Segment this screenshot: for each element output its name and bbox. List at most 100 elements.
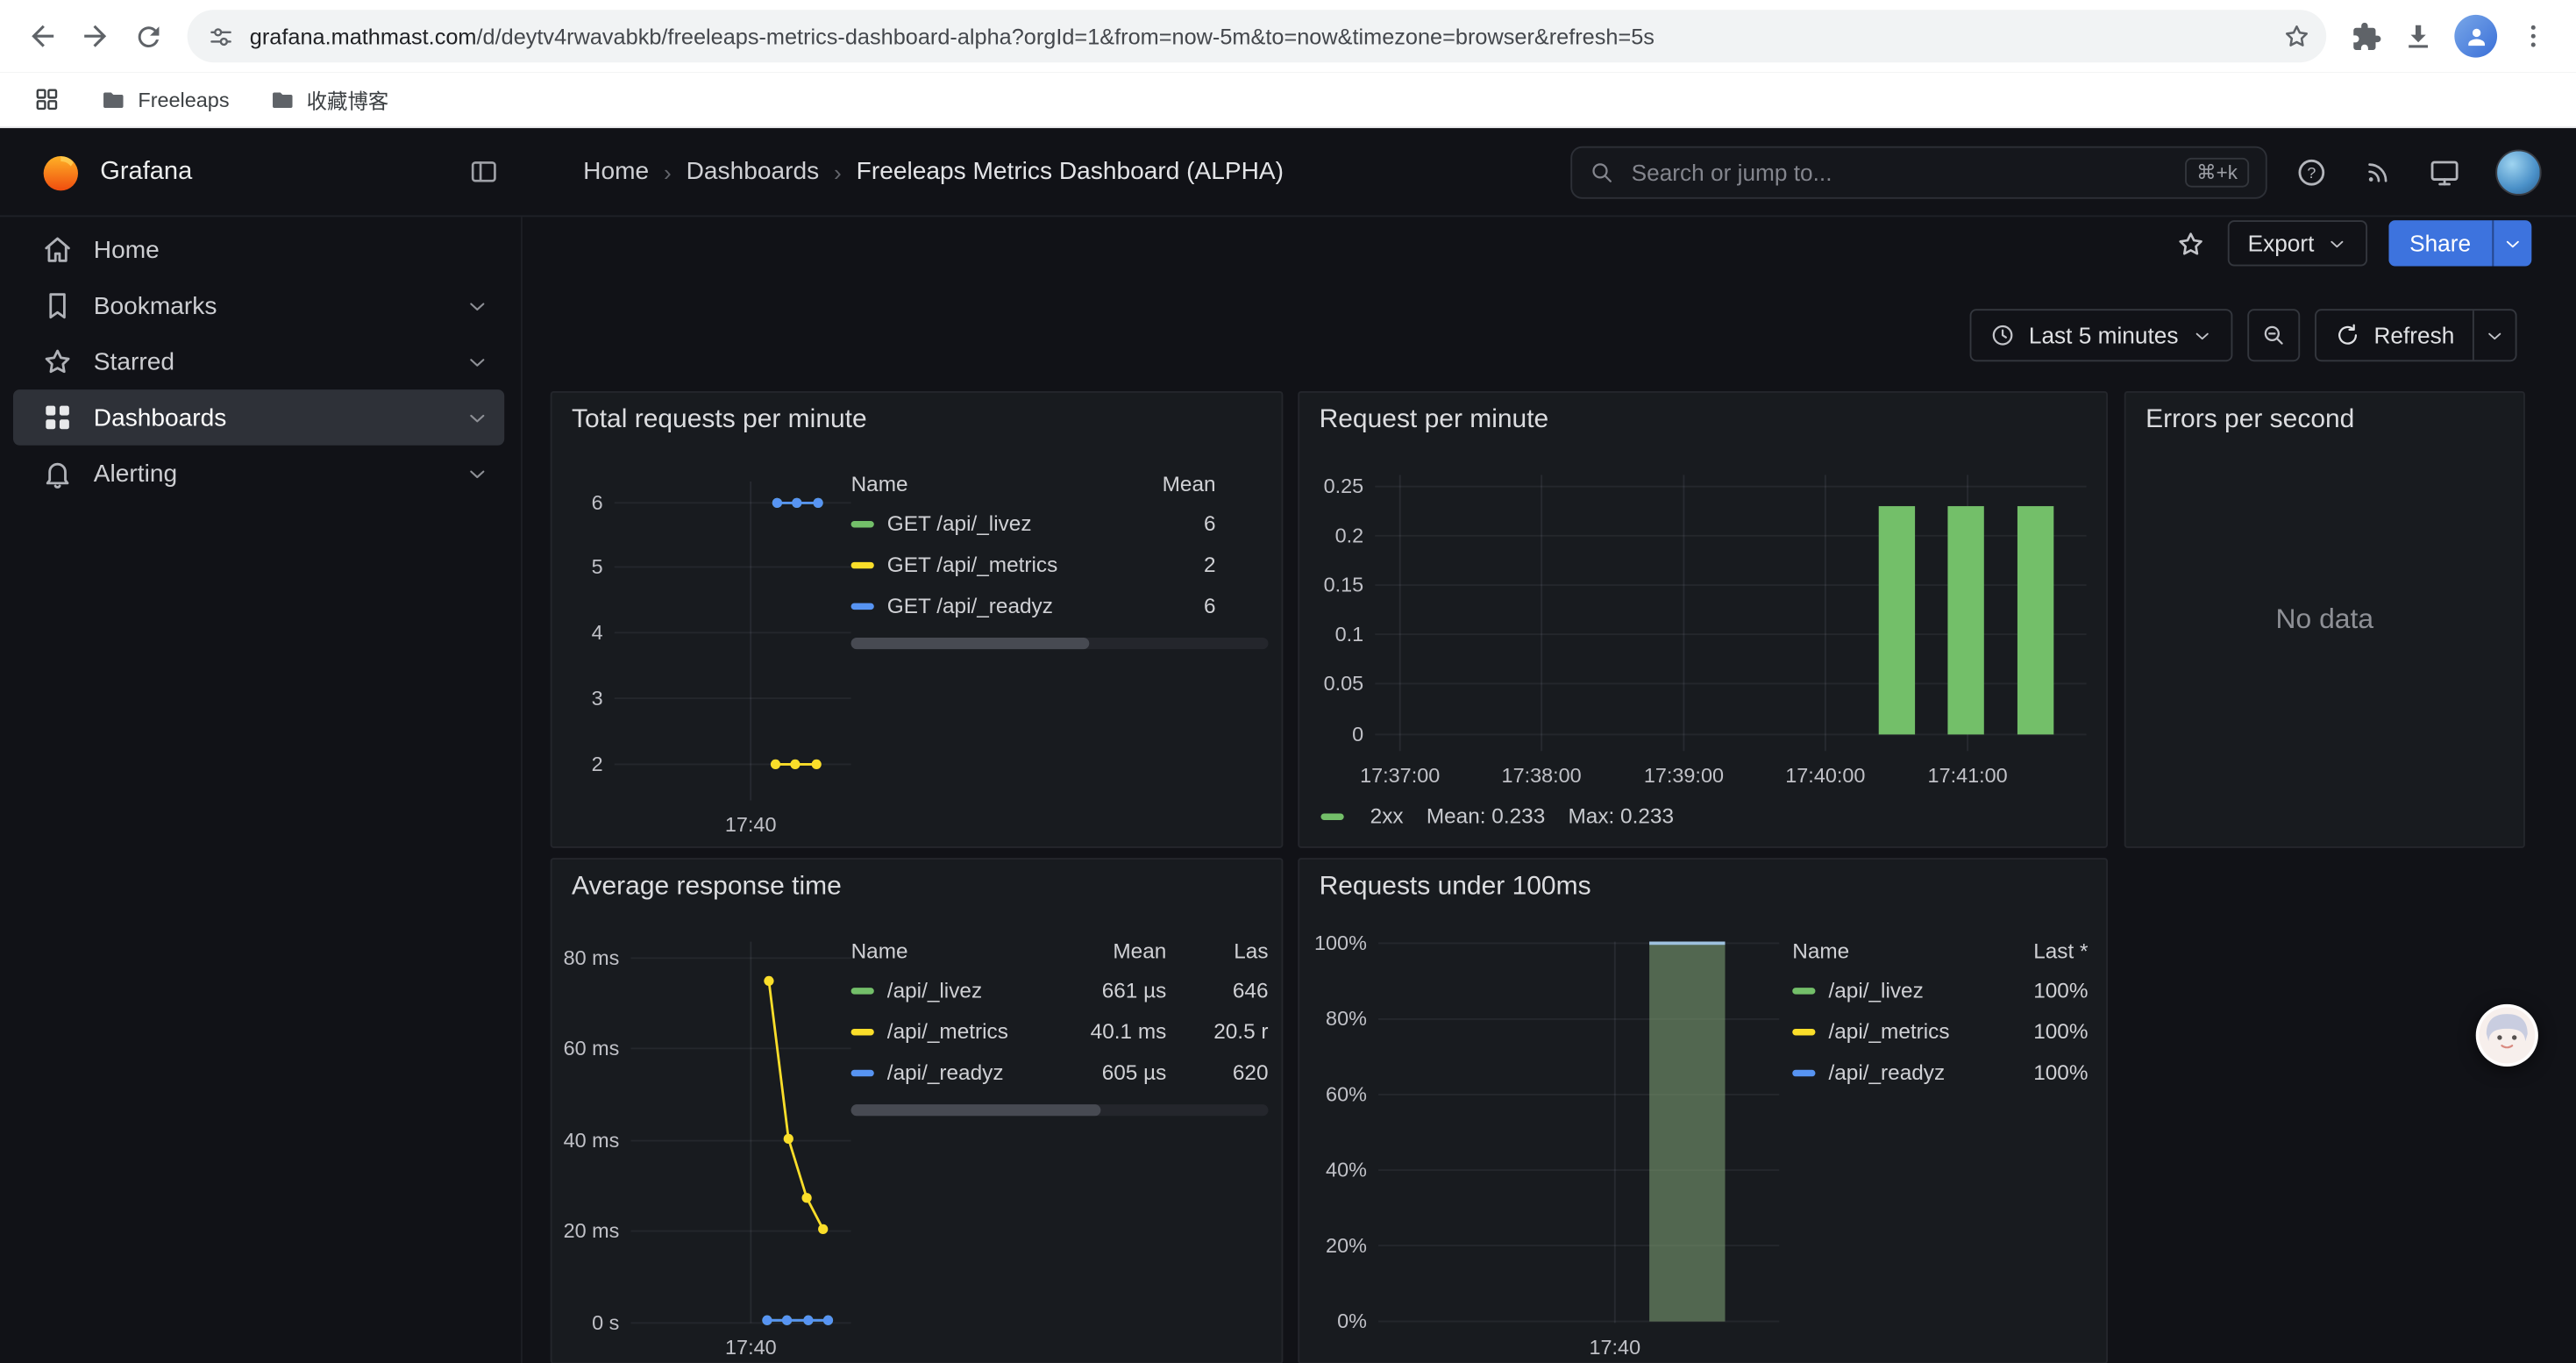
chevron-down-icon[interactable] (465, 293, 489, 318)
news-rss-icon[interactable] (2362, 156, 2394, 188)
sidebar-item-bookmarks[interactable]: Bookmarks (13, 278, 504, 334)
sidebar-item-home[interactable]: Home (13, 222, 504, 278)
legend-series-name[interactable]: /api/_readyz (1828, 1060, 1989, 1085)
refresh-label: Refresh (2373, 322, 2454, 348)
address-bar[interactable]: grafana.mathmast.com/d/deytv4rwavabkb/fr… (188, 10, 2327, 62)
legend-series-last: 620 (1166, 1060, 1268, 1085)
legend-header-name[interactable]: Name (851, 938, 1068, 962)
assistant-avatar[interactable] (2476, 1004, 2538, 1067)
panel-errors-per-second: Errors per second No data (2124, 391, 2525, 848)
chevron-down-icon[interactable] (465, 349, 489, 374)
share-button[interactable]: Share (2388, 220, 2493, 266)
series-color-dash (1792, 1028, 1815, 1034)
sidebar-item-label: Bookmarks (94, 292, 217, 320)
help-icon[interactable]: ? (2295, 155, 2328, 188)
legend-series-name[interactable]: /api/_metrics (1828, 1019, 1989, 1044)
extensions-icon[interactable] (2339, 10, 2392, 62)
legend-series-name[interactable]: /api/_livez (1828, 978, 1989, 1003)
legend-scrollbar[interactable] (851, 638, 1269, 649)
chevron-down-icon[interactable] (465, 461, 489, 486)
search-input[interactable] (1628, 157, 2172, 187)
browser-profile-avatar[interactable] (2454, 15, 2497, 58)
panel-average-response-time: Average response time 80 ms60 ms40 ms20 … (551, 858, 1284, 1363)
legend-row: GET /api/_readyz 6 (851, 585, 1216, 626)
legend-series-name[interactable]: GET /api/_metrics (887, 553, 1143, 577)
time-series-plot[interactable]: 80 ms60 ms40 ms20 ms0 s17:40 (566, 931, 861, 1363)
dock-sidebar-icon[interactable] (468, 156, 500, 188)
panel-legend: Name Mean GET /api/_livez 6 GET /api/_me… (851, 463, 1216, 625)
bookmark-folder-freeleaps[interactable]: Freeleaps (87, 82, 242, 118)
legend-scrollbar-thumb[interactable] (851, 1104, 1102, 1116)
panel-title[interactable]: Total requests per minute (572, 406, 867, 436)
bookmark-icon (41, 289, 74, 322)
browser-menu-icon[interactable] (2507, 10, 2559, 62)
legend-series-name[interactable]: /api/_livez (887, 978, 1068, 1003)
search-box[interactable]: ⌘+k (1570, 146, 2266, 198)
legend-series-name[interactable]: GET /api/_livez (887, 511, 1143, 536)
legend-row: /api/_readyz 100% (1792, 1052, 2088, 1093)
panel-total-requests: Total requests per minute 6543217:40 Nam… (551, 391, 1284, 848)
grafana-logo[interactable] (39, 150, 82, 193)
panel-title[interactable]: Average response time (572, 873, 842, 903)
bookmark-folder-blog[interactable]: 收藏博客 (256, 79, 402, 120)
legend-series-name[interactable]: /api/_readyz (887, 1060, 1068, 1085)
time-series-plot[interactable]: 6543217:40 (566, 472, 861, 843)
legend-series-mean: 661 µs (1068, 978, 1166, 1003)
breadcrumb-separator: › (664, 159, 672, 185)
dashboard-content: Export Share (523, 217, 2576, 1363)
share-dropdown-button[interactable] (2492, 220, 2531, 266)
panel-title[interactable]: Request per minute (1320, 406, 1549, 436)
reload-button[interactable] (122, 10, 174, 62)
legend-header-last[interactable]: Last * (1989, 938, 2088, 962)
legend-series-name[interactable]: 2xx (1370, 803, 1404, 828)
breadcrumb-home[interactable]: Home (583, 158, 649, 186)
bar-chart-plot[interactable]: 100%80%60%40%20%0%17:40 (1313, 931, 1789, 1363)
breadcrumb-dashboards[interactable]: Dashboards (687, 158, 820, 186)
refresh-interval-dropdown[interactable] (2473, 310, 2516, 360)
legend-header-name[interactable]: Name (1792, 938, 1989, 962)
legend-series-last: 100% (1989, 1060, 2088, 1085)
bookmark-star-icon[interactable] (2274, 13, 2319, 59)
legend-row: /api/_readyz 605 µs 620 (851, 1052, 1269, 1093)
chevron-down-icon[interactable] (465, 405, 489, 430)
legend-header: Name Last * (1792, 931, 2088, 970)
legend-series-last: 20.5 r (1166, 1019, 1268, 1044)
breadcrumb-separator: › (834, 159, 842, 185)
breadcrumb-current: Freeleaps Metrics Dashboard (ALPHA) (857, 158, 1284, 186)
star-icon (41, 345, 74, 377)
legend-series-mean: 6 (1143, 511, 1215, 536)
bar-chart-plot[interactable]: 0.250.20.150.10.05017:37:0017:38:0017:39… (1313, 465, 2096, 794)
back-button[interactable] (17, 10, 69, 62)
legend-header-last[interactable]: Las (1166, 938, 1268, 962)
export-button[interactable]: Export (2228, 220, 2366, 266)
legend-header-mean[interactable]: Mean (1068, 938, 1166, 962)
legend-header-mean[interactable]: Mean (1143, 471, 1215, 496)
legend-scrollbar-thumb[interactable] (851, 638, 1089, 649)
user-avatar[interactable] (2495, 149, 2541, 195)
monitor-icon[interactable] (2428, 155, 2460, 188)
legend-scrollbar[interactable] (851, 1104, 1269, 1116)
downloads-icon[interactable] (2392, 10, 2444, 62)
legend-header-name[interactable]: Name (851, 471, 1144, 496)
time-range-picker[interactable]: Last 5 minutes (1969, 309, 2232, 361)
header-brand-section: Grafana (0, 150, 523, 193)
legend-row: GET /api/_metrics 2 (851, 544, 1216, 585)
sidebar-item-starred[interactable]: Starred (13, 333, 504, 389)
share-label: Share (2409, 230, 2471, 256)
panel-title[interactable]: Requests under 100ms (1320, 873, 1591, 903)
panel-request-per-minute: Request per minute 0.250.20.150.10.05017… (1298, 391, 2108, 848)
site-info-icon[interactable] (207, 22, 235, 50)
sidebar-item-dashboards[interactable]: Dashboards (13, 389, 504, 446)
forward-button[interactable] (69, 10, 122, 62)
zoom-out-button[interactable] (2247, 309, 2300, 361)
apps-grid-icon[interactable] (19, 81, 74, 118)
org-name: Grafana (100, 157, 192, 187)
legend-series-name[interactable]: GET /api/_readyz (887, 593, 1143, 617)
panel-title[interactable]: Errors per second (2145, 406, 2354, 436)
favorite-star-icon[interactable] (2175, 228, 2207, 260)
sidebar-item-alerting[interactable]: Alerting (13, 446, 504, 502)
series-color-dash (851, 603, 874, 609)
refresh-button[interactable]: Refresh (2316, 310, 2473, 360)
series-color-dash (851, 1028, 874, 1034)
legend-series-name[interactable]: /api/_metrics (887, 1019, 1068, 1044)
